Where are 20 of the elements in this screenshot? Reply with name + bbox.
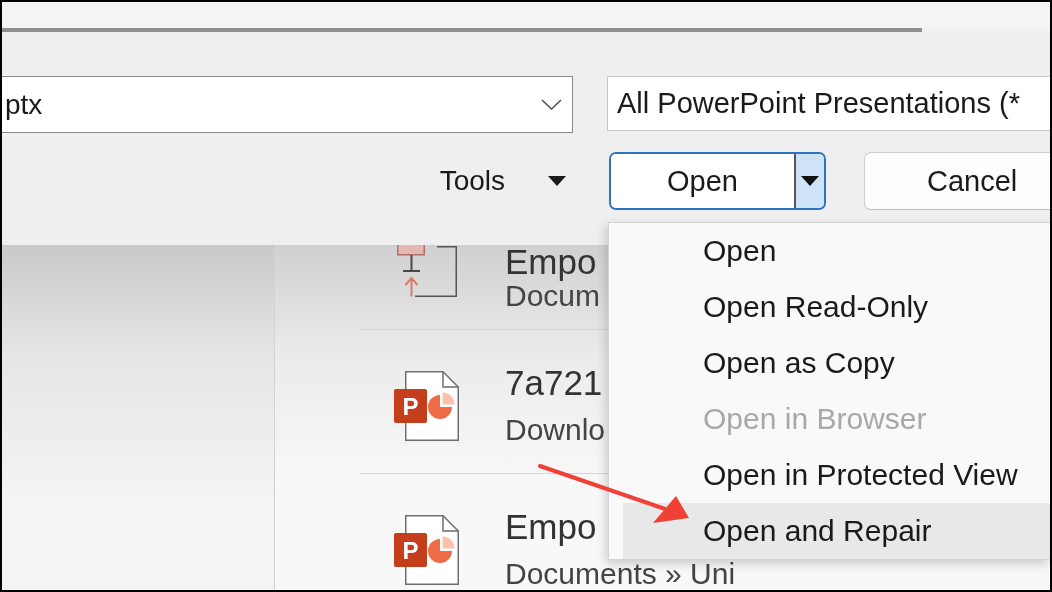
- file-location: Downlo: [505, 415, 606, 445]
- file-type-dropdown[interactable]: All PowerPoint Presentations (*: [607, 76, 1050, 131]
- file-location: Docum: [505, 281, 601, 311]
- menu-item[interactable]: Open: [623, 223, 1050, 279]
- dropdown-arrow-button[interactable]: [796, 154, 824, 208]
- menu-item[interactable]: Open Read-Only: [623, 279, 1050, 335]
- file-location: Documents » Uni: [505, 559, 736, 589]
- cancel-button[interactable]: Cancel: [864, 152, 1050, 210]
- open-button[interactable]: Open: [611, 154, 796, 208]
- tools-menu-button[interactable]: Tools: [423, 152, 575, 210]
- chevron-down-icon[interactable]: [541, 99, 562, 110]
- file-name[interactable]: 7a721: [505, 363, 606, 403]
- caret-icon: [801, 176, 819, 186]
- open-split-button[interactable]: Open: [609, 152, 826, 210]
- menu-item[interactable]: Open as Copy: [623, 335, 1050, 391]
- file-name-field[interactable]: ptx: [2, 76, 573, 133]
- menu-item[interactable]: Open in Protected View: [623, 447, 1050, 503]
- caret-icon: [548, 176, 566, 186]
- file-name[interactable]: Empo: [505, 245, 601, 279]
- menu-item[interactable]: Open and Repair: [623, 503, 1050, 559]
